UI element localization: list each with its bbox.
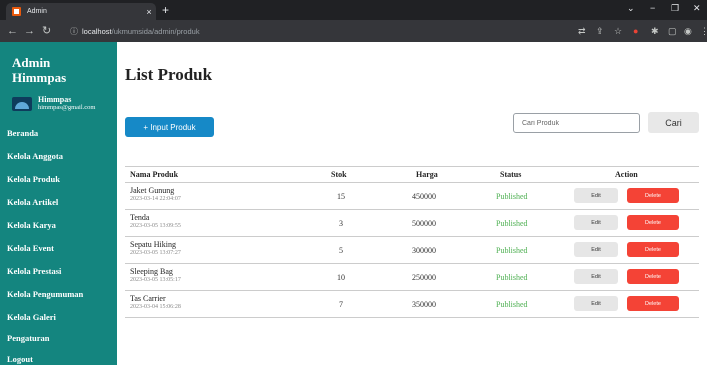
delete-button[interactable]: Delete xyxy=(627,242,679,257)
edit-button[interactable]: Edit xyxy=(574,188,618,203)
edit-button[interactable]: Edit xyxy=(574,296,618,311)
product-stock: 10 xyxy=(337,273,345,282)
profile-icon[interactable]: ◉ xyxy=(684,24,692,38)
table-row: Jaket Gunung 2023-03-14 22:04:07 15 4500… xyxy=(125,183,699,210)
product-date: 2023-03-04 15:06:28 xyxy=(130,304,181,310)
product-status: Published xyxy=(496,246,528,255)
edit-button[interactable]: Edit xyxy=(574,269,618,284)
product-name: Sepatu Hiking xyxy=(130,240,176,249)
bookmark-star-icon[interactable]: ☆ xyxy=(614,24,622,38)
sidebar-item-kelola-prestasi[interactable]: Kelola Prestasi xyxy=(7,266,61,276)
delete-button[interactable]: Delete xyxy=(627,296,679,311)
restore-icon[interactable]: ❐ xyxy=(671,3,679,14)
table-header: Nama Produk Stok Harga Status Action xyxy=(125,166,699,183)
tab-close-icon[interactable]: × xyxy=(142,7,156,17)
tab-title: Admin xyxy=(27,8,47,15)
product-stock: 7 xyxy=(339,300,343,309)
edit-button[interactable]: Edit xyxy=(574,242,618,257)
product-price: 300000 xyxy=(412,246,436,255)
opera-extension-icon[interactable]: ● xyxy=(633,24,638,38)
url-field[interactable]: ⓘ localhost/ukmumsida/admin/produk xyxy=(70,24,565,38)
product-table: Nama Produk Stok Harga Status Action Jak… xyxy=(125,166,699,318)
sidebar-item-logout[interactable]: Logout xyxy=(7,354,33,364)
new-tab-icon[interactable]: + xyxy=(162,3,169,17)
window-close-icon[interactable]: ✕ xyxy=(693,3,701,14)
product-status: Published xyxy=(496,300,528,309)
page-title: List Produk xyxy=(125,65,213,84)
header-stok: Stok xyxy=(331,170,347,179)
favicon-icon xyxy=(12,7,21,16)
table-row: Tenda 2023-03-05 13:09:55 3 500000 Publi… xyxy=(125,210,699,237)
sidebar-item-kelola-pengumuman[interactable]: Kelola Pengumuman xyxy=(7,289,83,299)
delete-button[interactable]: Delete xyxy=(627,188,679,203)
minimize-icon[interactable]: − xyxy=(650,3,655,13)
product-status: Published xyxy=(496,273,528,282)
input-produk-button[interactable]: + Input Produk xyxy=(125,117,214,137)
sidebar-brand: Admin Himmpas xyxy=(12,55,67,85)
product-status: Published xyxy=(496,192,528,201)
browser-tab-bar: Admin × + ⌄ − ❐ ✕ xyxy=(0,0,707,20)
user-email: himmpas@gmail.com xyxy=(38,104,96,111)
edit-button[interactable]: Edit xyxy=(574,215,618,230)
product-stock: 5 xyxy=(339,246,343,255)
share-icon[interactable]: ⇪ xyxy=(596,24,604,38)
back-icon[interactable]: ← xyxy=(7,24,18,38)
product-status: Published xyxy=(496,219,528,228)
product-date: 2023-03-14 22:04:07 xyxy=(130,196,181,202)
header-status: Status xyxy=(500,170,522,179)
header-action: Action xyxy=(615,170,638,179)
delete-button[interactable]: Delete xyxy=(627,269,679,284)
sidebar-user: Himmpas himmpas@gmail.com xyxy=(12,95,95,112)
product-date: 2023-03-05 13:07:27 xyxy=(130,250,181,256)
sidebar-item-kelola-produk[interactable]: Kelola Produk xyxy=(7,174,60,184)
search-button[interactable]: Cari xyxy=(648,112,699,133)
sidebar-item-pengaturan[interactable]: Pengaturan xyxy=(7,333,50,343)
product-name: Tenda xyxy=(130,213,150,222)
product-price: 450000 xyxy=(412,192,436,201)
sidebar: Admin Himmpas Himmpas himmpas@gmail.com … xyxy=(0,42,117,365)
user-name: Himmpas xyxy=(38,95,72,104)
product-price: 500000 xyxy=(412,219,436,228)
header-nama-produk: Nama Produk xyxy=(130,170,179,179)
table-row: Sleeping Bag 2023-03-05 13:05:17 10 2500… xyxy=(125,264,699,291)
product-stock: 3 xyxy=(339,219,343,228)
search-input[interactable] xyxy=(513,113,640,133)
tab-search-icon[interactable]: ⌄ xyxy=(627,3,635,14)
address-bar-row: ← → ↻ ⓘ localhost/ukmumsida/admin/produk… xyxy=(0,20,707,42)
sidebar-item-kelola-event[interactable]: Kelola Event xyxy=(7,243,54,253)
table-row: Sepatu Hiking 2023-03-05 13:07:27 5 3000… xyxy=(125,237,699,264)
product-price: 350000 xyxy=(412,300,436,309)
sidebar-item-kelola-anggota[interactable]: Kelola Anggota xyxy=(7,151,63,161)
avatar xyxy=(12,96,32,111)
product-name: Tas Carrier xyxy=(130,294,166,303)
translate-icon[interactable]: ⇄ xyxy=(578,24,586,38)
info-icon[interactable]: ⓘ xyxy=(70,26,78,37)
sidebar-item-kelola-galeri[interactable]: Kelola Galeri xyxy=(7,312,56,322)
product-stock: 15 xyxy=(337,192,345,201)
sidebar-item-beranda[interactable]: Beranda xyxy=(7,128,38,138)
url-path: /ukmumsida/admin/produk xyxy=(111,26,200,36)
sidepanel-icon[interactable]: ▢ xyxy=(668,24,677,38)
browser-tab[interactable]: Admin × xyxy=(6,3,156,20)
browser-menu-icon[interactable]: ⋮ xyxy=(700,24,707,38)
product-price: 250000 xyxy=(412,273,436,282)
sidebar-item-kelola-artikel[interactable]: Kelola Artikel xyxy=(7,197,58,207)
product-name: Sleeping Bag xyxy=(130,267,173,276)
table-row: Tas Carrier 2023-03-04 15:06:28 7 350000… xyxy=(125,291,699,318)
header-harga: Harga xyxy=(416,170,438,179)
delete-button[interactable]: Delete xyxy=(627,215,679,230)
product-name: Jaket Gunung xyxy=(130,186,175,195)
extensions-icon[interactable]: ✱ xyxy=(651,24,659,38)
reload-icon[interactable]: ↻ xyxy=(42,24,51,38)
product-date: 2023-03-05 13:09:55 xyxy=(130,223,181,229)
product-date: 2023-03-05 13:05:17 xyxy=(130,277,181,283)
sidebar-item-kelola-karya[interactable]: Kelola Karya xyxy=(7,220,56,230)
url-host: localhost xyxy=(82,26,112,36)
forward-icon[interactable]: → xyxy=(24,24,35,38)
